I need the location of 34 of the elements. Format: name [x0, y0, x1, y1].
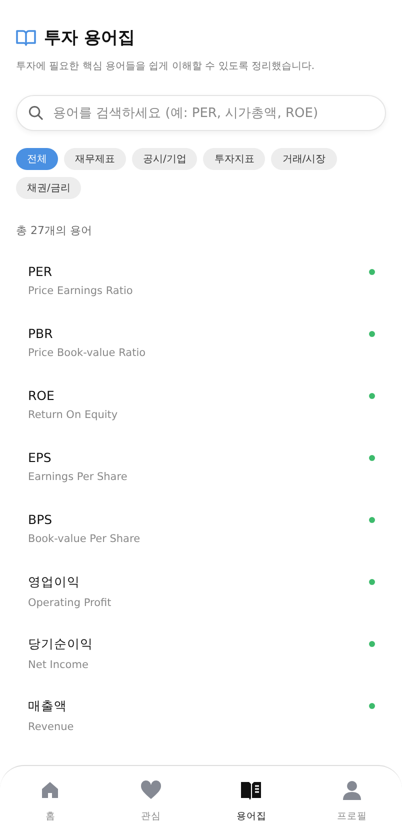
- heart-icon: [140, 780, 162, 800]
- category-chip[interactable]: 거래/시장: [271, 148, 337, 170]
- term-full-name: Net Income: [28, 659, 90, 671]
- term-name[interactable]: 매출액: [28, 698, 369, 715]
- page-subtitle: 투자에 필요한 핵심 용어들을 쉽게 이해할 수 있도록 정리했습니다.: [16, 60, 316, 73]
- term-name[interactable]: 당기순이익: [28, 636, 369, 653]
- term-full-name: Earnings Per Share: [28, 471, 128, 483]
- term-name[interactable]: ROE: [28, 388, 369, 403]
- book-icon: [16, 30, 36, 46]
- nav-tab[interactable]: 관심: [100, 766, 201, 838]
- term-name[interactable]: 영업이익: [28, 574, 369, 591]
- category-chip[interactable]: 공시/기업: [132, 148, 198, 170]
- term-count: 총 27개의 용어: [16, 223, 93, 238]
- person-icon: [342, 780, 362, 800]
- category-chip[interactable]: 투자지표: [203, 148, 266, 170]
- category-chip[interactable]: 재무제표: [64, 148, 126, 170]
- nav-tab[interactable]: 홈: [0, 766, 100, 838]
- term-name[interactable]: PBR: [28, 326, 369, 341]
- page-title: 투자 용어집: [44, 27, 135, 49]
- term-name[interactable]: BPS: [28, 512, 369, 527]
- term-full-name: Return On Equity: [28, 409, 119, 421]
- term-full-name: Revenue: [28, 721, 75, 733]
- term-name[interactable]: EPS: [28, 450, 369, 465]
- book-icon: [240, 780, 262, 800]
- term-full-name: Price Book-value Ratio: [28, 347, 147, 359]
- nav-tab[interactable]: 용어집: [201, 766, 302, 838]
- nav-tab[interactable]: 프로필: [302, 766, 402, 838]
- home-icon: [40, 780, 60, 800]
- term-full-name: Book-value Per Share: [28, 533, 142, 545]
- term-full-name: Operating Profit: [28, 597, 112, 609]
- search-field[interactable]: 용어를 검색하세요 (예: PER, 시가총액, ROE): [16, 95, 386, 131]
- term-full-name: Price Earnings Ratio: [28, 285, 134, 297]
- category-chip[interactable]: 채권/금리: [16, 177, 82, 199]
- term-name[interactable]: PER: [28, 264, 369, 279]
